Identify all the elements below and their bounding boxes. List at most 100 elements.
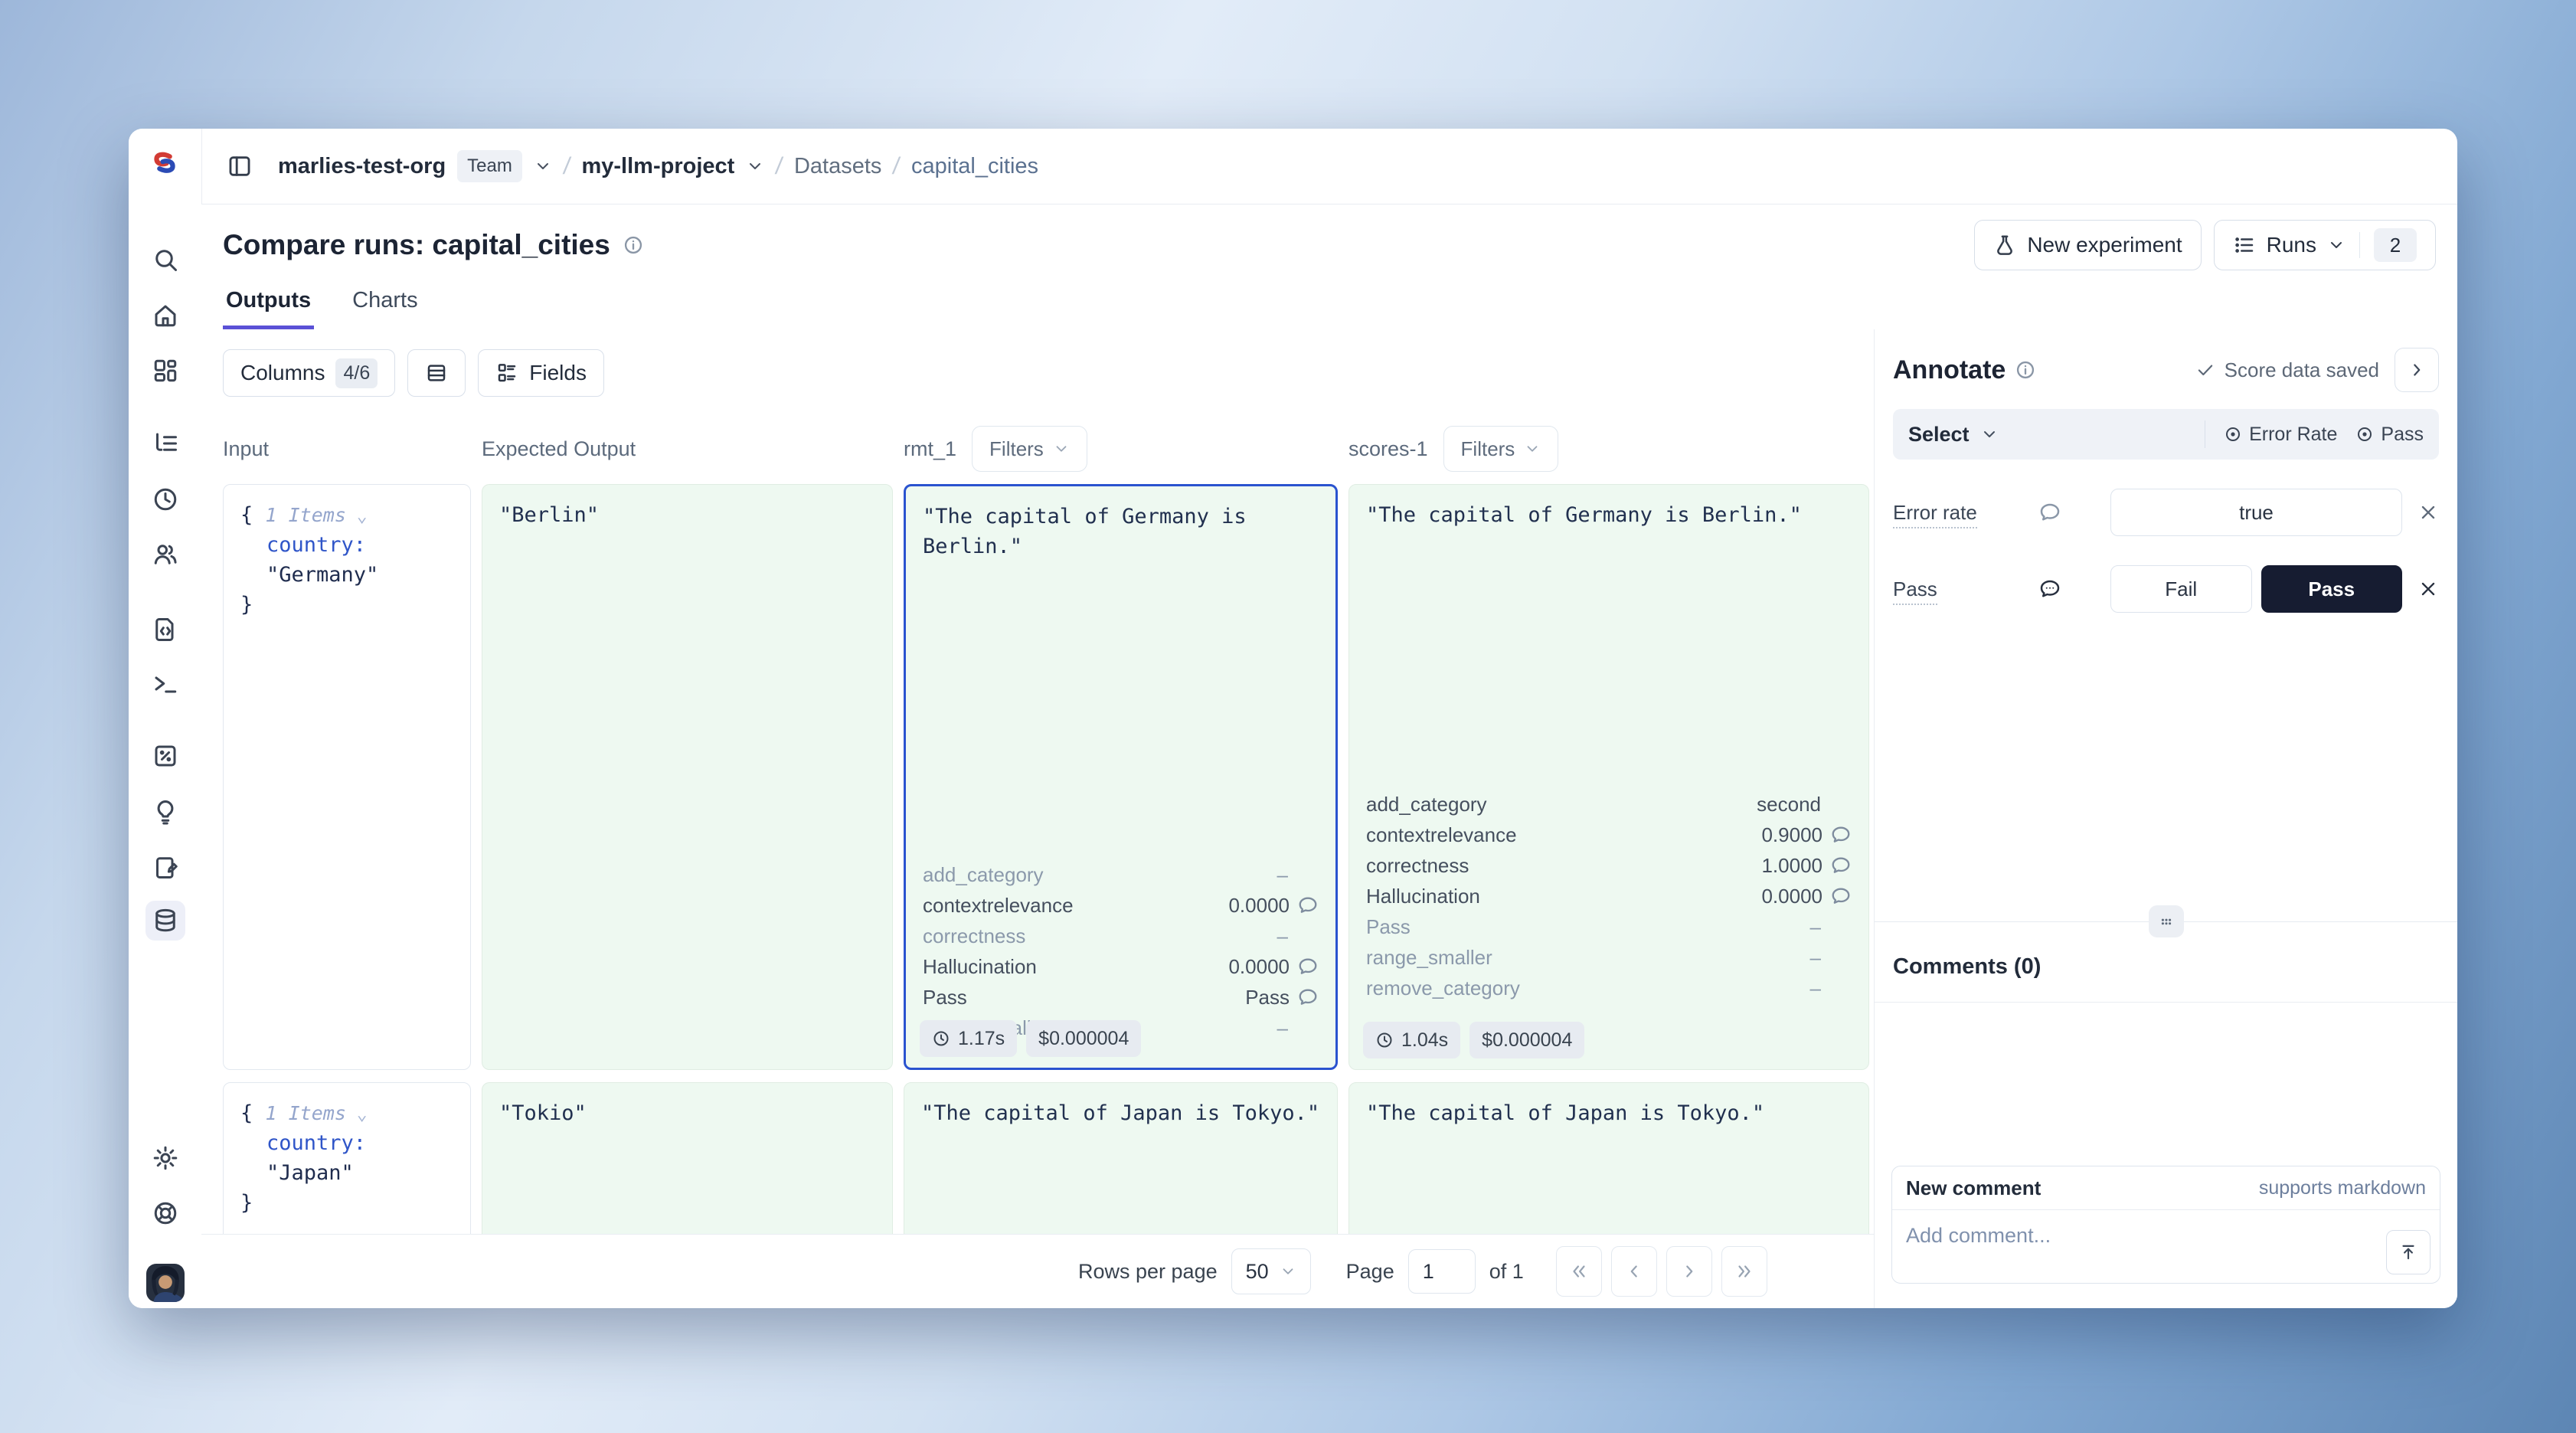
json-items-label[interactable]: 1 Items bbox=[266, 1102, 346, 1124]
comment-bubble-icon[interactable] bbox=[1830, 855, 1852, 876]
json-items-label[interactable]: 1 Items bbox=[266, 504, 346, 526]
clock-icon bbox=[932, 1029, 950, 1048]
column-header-run2[interactable]: scores-1 bbox=[1348, 437, 1428, 461]
expected-output-cell[interactable]: "Berlin" bbox=[482, 484, 893, 1070]
annotation-select-bar: Select Error Rate Pass bbox=[1893, 409, 2439, 460]
pass-scorer-chip[interactable]: Pass bbox=[2355, 424, 2424, 446]
input-cell[interactable]: { 1 Items ⌄ country: "Japan" } bbox=[223, 1082, 471, 1241]
column-header-input[interactable]: Input bbox=[223, 437, 471, 461]
metric-row[interactable]: range_smaller– bbox=[1366, 942, 1852, 973]
sidebar-toggle-icon[interactable] bbox=[223, 149, 257, 183]
metric-row[interactable]: Hallucination0.0000 bbox=[923, 951, 1319, 982]
rows-icon bbox=[425, 362, 448, 384]
pass-label: Pass bbox=[1893, 577, 2038, 601]
dashboard-grid-icon[interactable] bbox=[145, 351, 185, 391]
scorecard-percent-icon[interactable] bbox=[145, 736, 185, 776]
datasets-database-icon[interactable] bbox=[145, 901, 185, 941]
breadcrumb-org[interactable]: marlies-test-org bbox=[278, 154, 446, 179]
select-dropdown[interactable]: Select bbox=[1908, 423, 1999, 447]
comment-bubble-icon[interactable] bbox=[1830, 824, 1852, 846]
tab-charts[interactable]: Charts bbox=[349, 288, 420, 330]
chevron-down-icon[interactable]: ⌄ bbox=[346, 506, 368, 526]
search-icon[interactable] bbox=[145, 240, 185, 280]
chevron-down-icon[interactable] bbox=[534, 157, 552, 175]
runs-button[interactable]: Runs 2 bbox=[2214, 220, 2436, 270]
help-lifebuoy-icon[interactable] bbox=[145, 1193, 185, 1233]
clear-pass-icon[interactable] bbox=[2417, 578, 2439, 600]
comment-bubble-icon[interactable] bbox=[2038, 501, 2110, 524]
json-brace: { bbox=[240, 1101, 253, 1125]
terminal-icon[interactable] bbox=[145, 665, 185, 705]
run1-filters-button[interactable]: Filters bbox=[972, 426, 1087, 472]
columns-button[interactable]: Columns 4/6 bbox=[223, 349, 395, 397]
home-icon[interactable] bbox=[145, 296, 185, 335]
run2-filters-button[interactable]: Filters bbox=[1443, 426, 1559, 472]
teams-users-icon[interactable] bbox=[145, 535, 185, 574]
run2-output-cell[interactable]: "The capital of Japan is Tokyo." bbox=[1348, 1082, 1869, 1241]
fields-button[interactable]: Fields bbox=[478, 349, 604, 397]
settings-gear-icon[interactable] bbox=[145, 1138, 185, 1178]
metric-row[interactable]: contextrelevance0.9000 bbox=[1366, 820, 1852, 850]
rows-per-page-select[interactable]: 50 bbox=[1231, 1248, 1311, 1294]
comment-input[interactable]: Add comment... bbox=[1892, 1210, 2440, 1284]
first-page-button[interactable] bbox=[1556, 1246, 1602, 1297]
info-icon[interactable] bbox=[623, 234, 644, 256]
row-height-button[interactable] bbox=[407, 349, 466, 397]
pass-option-button-selected[interactable]: Pass bbox=[2261, 565, 2403, 613]
page-title: Compare runs: capital_cities bbox=[223, 229, 610, 261]
breadcrumb-datasets[interactable]: Datasets bbox=[794, 154, 881, 179]
comment-bubble-icon[interactable] bbox=[1297, 956, 1319, 977]
trace-tree-icon[interactable] bbox=[145, 424, 185, 463]
drag-handle[interactable] bbox=[2149, 905, 2184, 937]
chevron-down-icon[interactable] bbox=[746, 157, 764, 175]
metric-row[interactable]: add_categorysecond bbox=[1366, 789, 1852, 820]
comment-bubble-icon[interactable] bbox=[1830, 885, 1852, 907]
code-file-icon[interactable] bbox=[145, 610, 185, 649]
lightbulb-icon[interactable] bbox=[145, 792, 185, 832]
rows-per-page-label: Rows per page bbox=[1078, 1260, 1218, 1284]
breadcrumb-project[interactable]: my-llm-project bbox=[581, 154, 734, 179]
run2-output-cell[interactable]: "The capital of Germany is Berlin." add_… bbox=[1348, 484, 1869, 1070]
clear-error-rate-icon[interactable] bbox=[2417, 502, 2439, 523]
new-experiment-button[interactable]: New experiment bbox=[1974, 220, 2201, 270]
metric-row[interactable]: contextrelevance0.0000 bbox=[923, 890, 1319, 921]
input-cell[interactable]: { 1 Items ⌄ country: "Germany" } bbox=[223, 484, 471, 1070]
last-page-button[interactable] bbox=[1721, 1246, 1767, 1297]
previous-page-button[interactable] bbox=[1611, 1246, 1657, 1297]
comment-bubble-icon[interactable] bbox=[1297, 986, 1319, 1008]
collapse-panel-button[interactable] bbox=[2395, 348, 2439, 392]
metric-row[interactable]: remove_category– bbox=[1366, 973, 1852, 1003]
error-rate-input[interactable]: true bbox=[2110, 489, 2402, 536]
run1-output-cell[interactable]: "The capital of Japan is Tokyo." bbox=[904, 1082, 1338, 1241]
app-logo-icon[interactable] bbox=[147, 146, 182, 181]
comment-bubble-dots-icon[interactable] bbox=[2038, 577, 2110, 600]
flask-icon bbox=[1993, 234, 2016, 257]
new-experiment-label: New experiment bbox=[2027, 233, 2182, 257]
pagination-bar: Rows per page 50 Page 1 of 1 bbox=[201, 1234, 1874, 1308]
breadcrumb-current[interactable]: capital_cities bbox=[911, 154, 1038, 179]
error-rate-scorer-chip[interactable]: Error Rate bbox=[2224, 424, 2337, 446]
chevron-down-icon[interactable]: ⌄ bbox=[346, 1104, 368, 1124]
error-rate-chip-label: Error Rate bbox=[2249, 424, 2337, 446]
metric-row[interactable]: correctness1.0000 bbox=[1366, 850, 1852, 881]
annotation-clipboard-icon[interactable] bbox=[145, 847, 185, 887]
comment-bubble-icon[interactable] bbox=[1297, 895, 1319, 916]
page-number-input[interactable]: 1 bbox=[1408, 1249, 1476, 1294]
run1-output-cell-selected[interactable]: "The capital of Germany is Berlin." add_… bbox=[904, 484, 1338, 1070]
metric-row[interactable]: PassPass bbox=[923, 982, 1319, 1013]
column-header-run1[interactable]: rmt_1 bbox=[904, 437, 956, 461]
metric-value: – bbox=[1277, 1016, 1288, 1040]
metric-row[interactable]: correctness– bbox=[923, 921, 1319, 951]
history-clock-icon[interactable] bbox=[145, 479, 185, 519]
user-avatar[interactable] bbox=[146, 1264, 185, 1302]
metric-row[interactable]: Hallucination0.0000 bbox=[1366, 881, 1852, 911]
fail-option-button[interactable]: Fail bbox=[2110, 565, 2252, 613]
info-icon[interactable] bbox=[2015, 359, 2036, 381]
column-header-expected[interactable]: Expected Output bbox=[482, 437, 893, 461]
metric-row[interactable]: Pass– bbox=[1366, 911, 1852, 942]
expected-output-cell[interactable]: "Tokio" bbox=[482, 1082, 893, 1241]
next-page-button[interactable] bbox=[1666, 1246, 1712, 1297]
tab-outputs[interactable]: Outputs bbox=[223, 288, 314, 330]
metric-row[interactable]: add_category– bbox=[923, 859, 1319, 890]
submit-comment-button[interactable] bbox=[2386, 1230, 2431, 1274]
